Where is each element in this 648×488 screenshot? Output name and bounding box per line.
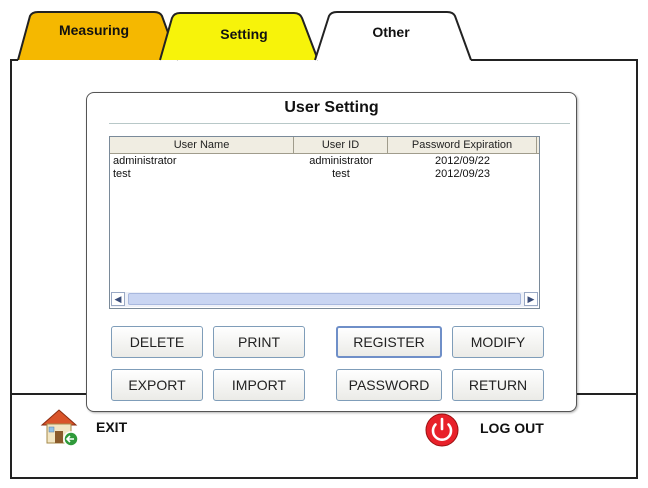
cell-user-name: administrator [113, 155, 177, 167]
column-header-user-name[interactable]: User Name [110, 137, 294, 153]
print-button[interactable]: PRINT [213, 326, 305, 358]
logout-label: LOG OUT [480, 420, 544, 436]
password-button[interactable]: PASSWORD [336, 369, 442, 401]
return-button[interactable]: RETURN [452, 369, 544, 401]
exit-label: EXIT [96, 419, 128, 435]
table-row[interactable]: administrator administrator 2012/09/22 [110, 155, 539, 168]
column-header-user-id[interactable]: User ID [294, 137, 388, 153]
user-setting-dialog: User Setting User Name User ID Password … [86, 92, 577, 412]
scroll-right-icon[interactable]: ▶ [524, 292, 538, 306]
horizontal-scrollbar[interactable]: ◀ ▶ [111, 292, 538, 307]
column-header-password-expiration[interactable]: Password Expiration [388, 137, 537, 153]
tab-other[interactable]: Other [314, 0, 475, 61]
tab-measuring-label: Measuring [58, 22, 129, 38]
tab-setting-label: Setting [220, 26, 268, 42]
logout-button[interactable]: LOG OUT [424, 412, 564, 452]
cell-password-expiration: 2012/09/23 [434, 168, 491, 180]
frame-top-line-right [471, 59, 638, 61]
user-list[interactable]: User Name User ID Password Expiration ad… [109, 136, 540, 309]
power-icon [425, 413, 459, 447]
modify-button[interactable]: MODIFY [452, 326, 544, 358]
exit-button[interactable]: EXIT [38, 405, 148, 449]
table-row[interactable]: test test 2012/09/23 [110, 168, 539, 181]
house-exit-icon [40, 409, 79, 447]
title-divider [109, 123, 570, 124]
tab-measuring[interactable]: Measuring [17, 0, 179, 61]
list-header: User Name User ID Password Expiration [110, 137, 539, 154]
export-button[interactable]: EXPORT [111, 369, 203, 401]
cell-user-id: administrator [309, 155, 373, 167]
cell-user-id: test [332, 168, 350, 180]
dialog-title: User Setting [284, 99, 379, 116]
cell-user-name: test [113, 168, 131, 180]
tab-setting[interactable]: Setting [159, 0, 320, 61]
delete-button[interactable]: DELETE [111, 326, 203, 358]
import-button[interactable]: IMPORT [213, 369, 305, 401]
scrollbar-thumb[interactable] [128, 293, 521, 305]
cell-password-expiration: 2012/09/22 [434, 155, 491, 167]
register-button[interactable]: REGISTER [336, 326, 442, 358]
tab-other-label: Other [372, 24, 410, 40]
scroll-left-icon[interactable]: ◀ [111, 292, 125, 306]
frame-top-line [10, 59, 18, 61]
